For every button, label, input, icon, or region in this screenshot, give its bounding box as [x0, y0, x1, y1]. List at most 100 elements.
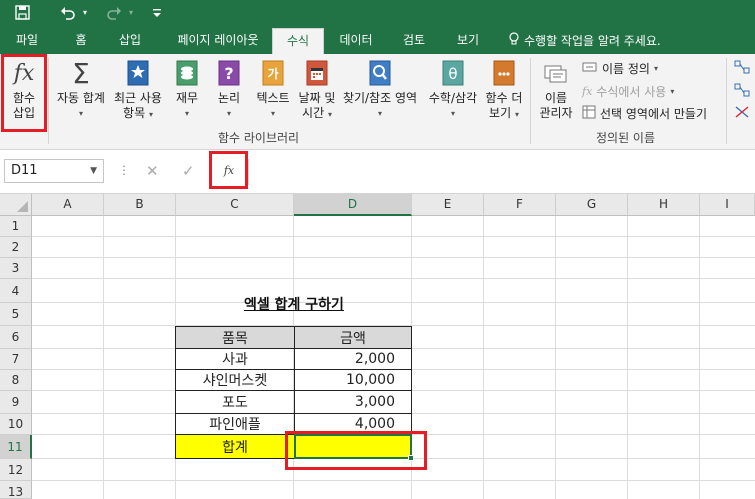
tab-file[interactable]: 파일 — [2, 28, 52, 54]
column-header-b[interactable]: B — [104, 194, 176, 216]
grid-select-icon — [582, 105, 596, 122]
tab-review[interactable]: 검토 — [392, 28, 436, 54]
name-box-value: D11 — [11, 163, 38, 178]
tell-me-search[interactable]: 수행할 작업을 알려 주세요. — [508, 32, 661, 49]
tab-view[interactable]: 보기 — [446, 28, 490, 54]
recently-used-label-1: 최근 사용 — [114, 91, 162, 105]
gridline — [32, 278, 755, 279]
more-functions-label-1: 함수 더 — [485, 91, 523, 105]
row-header-4[interactable]: 4 — [0, 279, 32, 303]
row-header-2[interactable]: 2 — [0, 237, 32, 258]
svg-text:?: ? — [224, 64, 233, 83]
column-header-g[interactable]: G — [556, 194, 628, 216]
name-tag-icon — [542, 58, 570, 88]
tab-page-layout[interactable]: 페이지 레이아웃 — [162, 28, 274, 54]
tab-home[interactable]: 홈 — [62, 28, 100, 54]
column-header-c[interactable]: C — [176, 194, 294, 216]
tab-insert[interactable]: 삽입 — [108, 28, 152, 54]
tab-data[interactable]: 데이터 — [330, 28, 382, 54]
sheet-title[interactable]: 엑셀 합계 구하기 — [176, 294, 412, 314]
item-amount-cell[interactable]: 2,000 — [294, 348, 412, 370]
recently-used-button[interactable]: 최근 사용 항목 ▾ — [110, 58, 166, 122]
row-header-7[interactable]: 7 — [0, 349, 32, 370]
logical-button[interactable]: ? 논리 ▾ — [212, 58, 246, 121]
save-icon[interactable] — [12, 0, 32, 25]
date-time-label-2: 시간 — [302, 106, 325, 120]
redo-icon[interactable] — [104, 0, 124, 25]
define-name-button[interactable]: 이름 정의 ▾ — [582, 60, 658, 77]
item-amount-cell[interactable]: 3,000 — [294, 390, 412, 414]
item-name-cell[interactable]: 사과 — [175, 348, 295, 370]
row-header-13[interactable]: 13 — [0, 481, 32, 499]
name-manager-button[interactable]: 이름 관리자 — [534, 58, 578, 121]
customize-qat-icon[interactable] — [150, 0, 164, 25]
chevron-down-icon: ▾ — [270, 109, 275, 118]
redo-dropdown-icon[interactable]: ▾ — [126, 0, 136, 25]
text-functions-button[interactable]: 가 텍스트 ▾ — [252, 58, 294, 121]
calendar-book-icon — [303, 58, 331, 88]
row-header-6[interactable]: 6 — [0, 326, 32, 349]
magnifier-book-icon — [366, 58, 394, 88]
item-name-cell[interactable]: 포도 — [175, 390, 295, 414]
more-functions-button[interactable]: 함수 더 보기 ▾ — [482, 58, 526, 122]
row-header-3[interactable]: 3 — [0, 258, 32, 279]
lookup-reference-button[interactable]: 찾기/참조 영역 ▾ — [338, 58, 422, 121]
table-header-amount[interactable]: 금액 — [294, 326, 412, 349]
svg-text:가: 가 — [267, 66, 278, 81]
row-header-8[interactable]: 8 — [0, 370, 32, 391]
row-header-9[interactable]: 9 — [0, 391, 32, 414]
column-header-a[interactable]: A — [32, 194, 104, 216]
star-book-icon — [124, 58, 152, 88]
resize-handle-icon[interactable]: ⋮ — [118, 163, 130, 177]
column-header-h[interactable]: H — [628, 194, 700, 216]
undo-dropdown-icon[interactable]: ▾ — [80, 0, 90, 25]
select-all-corner[interactable] — [0, 194, 32, 216]
tab-formulas[interactable]: 수식 — [272, 28, 324, 54]
row-header-11[interactable]: 11 — [0, 435, 32, 459]
callout-fx-button — [209, 151, 248, 189]
gridline — [103, 216, 104, 499]
date-time-button[interactable]: 날짜 및 시간 ▾ — [296, 58, 338, 122]
column-header-e[interactable]: E — [412, 194, 484, 216]
lightbulb-icon — [508, 32, 520, 49]
callout-insert-function — [1, 54, 47, 132]
trace-precedents-icon[interactable] — [734, 60, 750, 77]
create-from-selection-button[interactable]: 선택 영역에서 만들기 — [582, 105, 707, 122]
remove-arrows-icon[interactable] — [734, 105, 750, 122]
item-name-cell[interactable]: 샤인머스켓 — [175, 369, 295, 391]
column-header-i[interactable]: I — [700, 194, 755, 216]
row-header-1[interactable]: 1 — [0, 216, 32, 237]
financial-button[interactable]: 재무 ▾ — [170, 58, 204, 121]
row-header-10[interactable]: 10 — [0, 414, 32, 435]
table-header-item[interactable]: 품목 — [175, 326, 295, 349]
math-trig-button[interactable]: θ 수학/삼각 ▾ — [424, 58, 482, 121]
chevron-down-icon: ▾ — [327, 110, 332, 119]
cancel-icon[interactable]: ✕ — [146, 162, 159, 180]
formula-bar: D11 ▼ ⋮ ✕ ✓ fx — [0, 150, 755, 194]
create-from-selection-label: 선택 영역에서 만들기 — [600, 107, 707, 121]
formula-input[interactable] — [248, 159, 755, 185]
chevron-down-icon: ▾ — [184, 109, 189, 118]
column-header-d[interactable]: D — [294, 194, 412, 216]
question-book-icon: ? — [215, 58, 243, 88]
chevron-down-icon: ▼ — [90, 166, 97, 176]
undo-icon[interactable] — [58, 0, 78, 25]
item-name-cell[interactable]: 파인애플 — [175, 413, 295, 435]
gridline — [699, 216, 700, 499]
chevron-down-icon: ▾ — [377, 109, 382, 118]
total-label-cell[interactable]: 합계 — [175, 434, 295, 459]
enter-icon[interactable]: ✓ — [182, 162, 195, 180]
trace-dependents-icon[interactable] — [734, 83, 750, 100]
recently-used-label-2: 항목 — [123, 106, 146, 120]
column-header-f[interactable]: F — [484, 194, 556, 216]
item-amount-cell[interactable]: 10,000 — [294, 369, 412, 391]
theta-book-icon: θ — [439, 58, 467, 88]
callout-total-cell — [285, 431, 427, 470]
name-box[interactable]: D11 ▼ — [4, 159, 104, 183]
row-header-12[interactable]: 12 — [0, 459, 32, 481]
chevron-down-icon: ▾ — [450, 109, 455, 118]
row-header-5[interactable]: 5 — [0, 303, 32, 326]
autosum-button[interactable]: Σ 자동 합계 ▾ — [52, 58, 110, 121]
coins-book-icon — [173, 58, 201, 88]
use-in-formula-button[interactable]: fx 수식에서 사용 ▾ — [582, 83, 674, 100]
